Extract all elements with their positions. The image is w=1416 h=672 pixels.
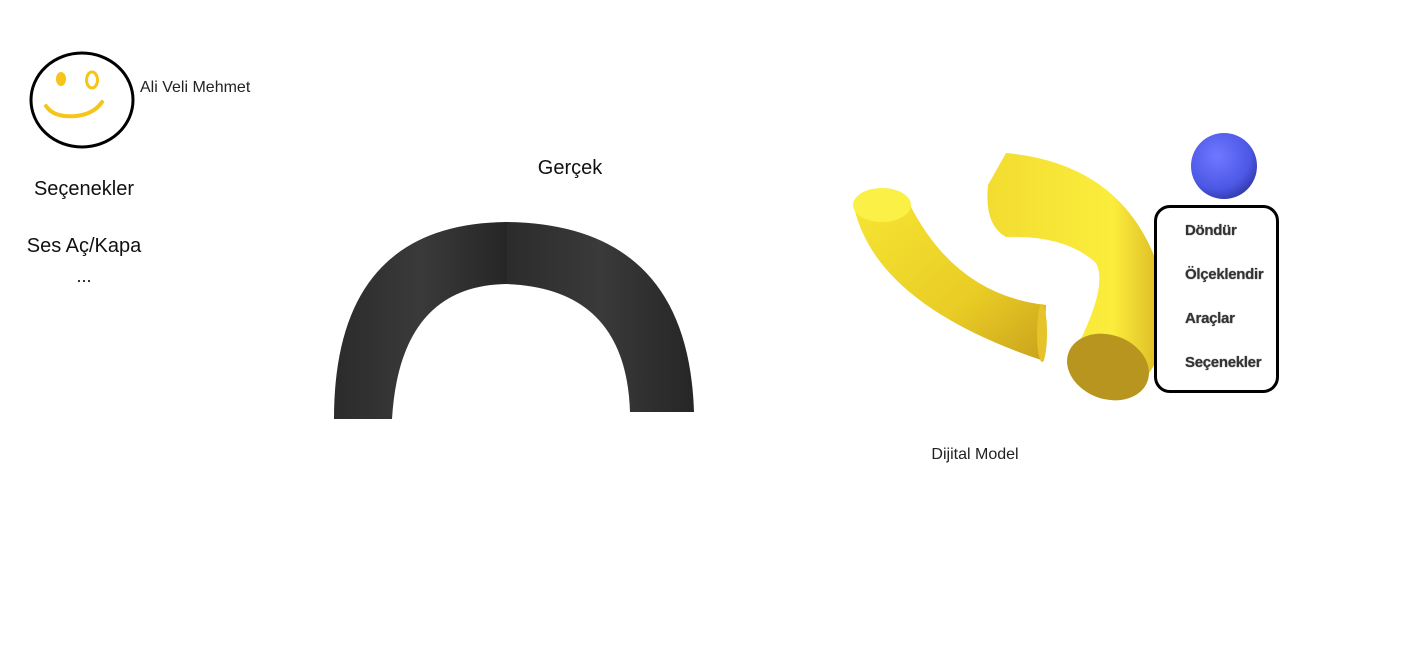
- more-menu-item[interactable]: ...: [0, 266, 168, 287]
- options-context-menu-item[interactable]: Seçenekler: [1185, 354, 1262, 371]
- smiley-face-icon: [29, 51, 135, 149]
- user-name: Ali Veli Mehmet: [140, 79, 251, 96]
- model-context-menu: Döndür Ölçeklendir Araçlar Seçenekler: [1154, 205, 1279, 393]
- options-menu-item[interactable]: Seçenekler: [0, 178, 168, 201]
- digital-model-title: Dijital Model: [931, 446, 1019, 463]
- digital-3d-model[interactable]: [846, 145, 1176, 407]
- sound-toggle-menu-item[interactable]: Ses Aç/Kapa: [0, 235, 168, 258]
- user-avatar[interactable]: [28, 50, 136, 150]
- real-object-model: [326, 214, 702, 424]
- blue-sphere-handle[interactable]: [1189, 132, 1259, 200]
- scale-menu-item[interactable]: Ölçeklendir: [1185, 266, 1264, 283]
- rotate-menu-item[interactable]: Döndür: [1185, 222, 1237, 239]
- tools-menu-item[interactable]: Araçlar: [1185, 310, 1235, 327]
- real-object-title: Gerçek: [537, 157, 603, 179]
